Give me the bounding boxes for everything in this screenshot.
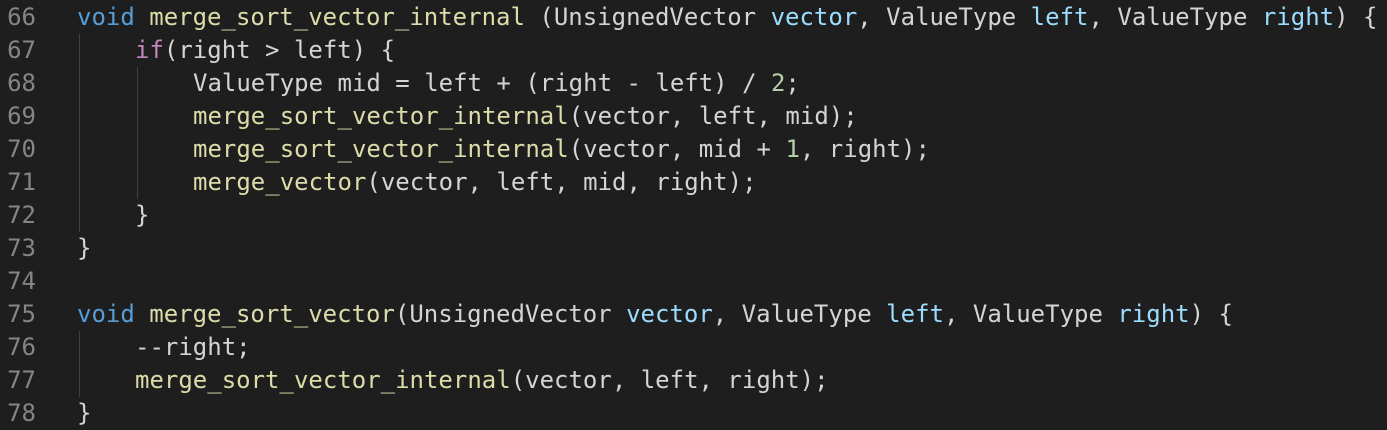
code-token: , ValueType <box>712 300 887 328</box>
code-token: ) { <box>1189 300 1233 328</box>
code-token: merge_sort_vector <box>149 300 395 328</box>
code-token: left <box>1030 3 1089 31</box>
code-token: , ValueType <box>1088 3 1262 31</box>
code-token: 1 <box>785 135 800 163</box>
indent-guide <box>137 100 138 133</box>
indent-guide <box>137 166 138 199</box>
code-text: void merge_sort_vector_internal (Unsigne… <box>77 1 1377 34</box>
code-token: , ValueType <box>857 3 1031 31</box>
code-token: (vector, left, right); <box>510 366 829 394</box>
code-token: right <box>1117 300 1190 328</box>
line-number: 71 <box>7 168 36 196</box>
code-text: } <box>77 232 91 265</box>
code-line[interactable]: 72} <box>0 199 1387 232</box>
code-line[interactable]: 75 void merge_sort_vector(UnsignedVector … <box>0 298 1387 331</box>
code-line[interactable]: 78} <box>0 397 1387 430</box>
code-text: merge_vector(vector, left, mid, right); <box>193 166 757 199</box>
code-token: left <box>886 300 944 328</box>
code-token: --right; <box>135 333 251 361</box>
code-token: } <box>77 234 92 262</box>
code-token: if <box>135 36 164 64</box>
code-line[interactable]: 74 <box>0 265 1387 298</box>
code-token: void <box>77 3 135 31</box>
indent-guide <box>79 166 80 199</box>
code-token: (vector, left, mid, right); <box>366 168 757 196</box>
code-token: (right > left) { <box>163 36 396 64</box>
code-token: ; <box>785 69 800 97</box>
code-text: } <box>135 199 149 232</box>
code-token: , ValueType <box>943 300 1118 328</box>
code-line[interactable]: 73} <box>0 232 1387 265</box>
code-token: ) { <box>1334 3 1378 31</box>
code-token: } <box>135 201 150 229</box>
indent-guide <box>137 67 138 100</box>
code-token: (vector, mid + <box>568 135 786 163</box>
indent-guide <box>79 67 80 100</box>
line-number: 67 <box>7 36 36 64</box>
code-line[interactable]: 69 merge_sort_vector_internal(vector, lef… <box>0 100 1387 133</box>
code-token: vector <box>770 3 858 31</box>
line-number: 75 <box>7 300 36 328</box>
code-line[interactable]: 76 --right; <box>0 331 1387 364</box>
code-token: } <box>77 399 92 427</box>
line-number: 76 <box>7 333 36 361</box>
indent-guide <box>79 100 80 133</box>
code-token: right <box>1261 3 1335 31</box>
line-number: 74 <box>7 267 36 295</box>
code-text: } <box>77 397 91 430</box>
code-text: merge_sort_vector_internal(vector, mid +… <box>193 133 930 166</box>
code-token: vector <box>626 300 713 328</box>
code-text: --right; <box>135 331 251 364</box>
indent-guide <box>79 199 80 232</box>
indent-guide <box>79 364 80 397</box>
code-token: ValueType mid = left + (right - left) / <box>193 69 771 97</box>
code-text: void merge_sort_vector(UnsignedVector ve… <box>77 298 1233 331</box>
code-line[interactable]: 70 merge_sort_vector_internal(vector, mid… <box>0 133 1387 166</box>
code-line[interactable]: 67 if(right > left) { <box>0 34 1387 67</box>
code-token: void <box>77 300 135 328</box>
code-token: (UnsignedVector <box>394 300 627 328</box>
code-token: merge_vector <box>193 168 367 196</box>
line-number: 78 <box>7 399 36 427</box>
line-number: 73 <box>7 234 36 262</box>
code-text: if(right > left) { <box>135 34 395 67</box>
line-number: 72 <box>7 201 36 229</box>
code-token: merge_sort_vector_internal <box>135 366 511 394</box>
code-text: merge_sort_vector_internal(vector, left,… <box>135 364 829 397</box>
code-editor[interactable]: 66 void merge_sort_vector_internal (Unsig… <box>0 0 1387 430</box>
indent-guide <box>79 133 80 166</box>
line-number: 70 <box>7 135 36 163</box>
code-line[interactable]: 68 ValueType mid = left + (right - left) … <box>0 67 1387 100</box>
line-number: 69 <box>7 102 36 130</box>
code-line[interactable]: 71 merge_vector(vector, left, mid, right)… <box>0 166 1387 199</box>
code-token: merge_sort_vector_internal <box>193 102 569 130</box>
indent-guide <box>137 133 138 166</box>
indent-guide <box>79 331 80 364</box>
line-number: 77 <box>7 366 36 394</box>
code-text: ValueType mid = left + (right - left) / … <box>193 67 800 100</box>
code-token: 2 <box>770 69 786 97</box>
code-token: , right); <box>799 135 930 163</box>
code-token: (UnsignedVector <box>524 3 771 31</box>
line-number: 68 <box>7 69 36 97</box>
code-line[interactable]: 77 merge_sort_vector_internal(vector, lef… <box>0 364 1387 397</box>
code-token: merge_sort_vector_internal <box>149 3 525 31</box>
code-token: (vector, left, mid); <box>568 102 858 130</box>
line-number: 66 <box>7 3 36 31</box>
code-token: merge_sort_vector_internal <box>193 135 569 163</box>
code-line[interactable]: 66 void merge_sort_vector_internal (Unsig… <box>0 1 1387 34</box>
code-text: merge_sort_vector_internal(vector, left,… <box>193 100 858 133</box>
indent-guide <box>79 34 80 67</box>
